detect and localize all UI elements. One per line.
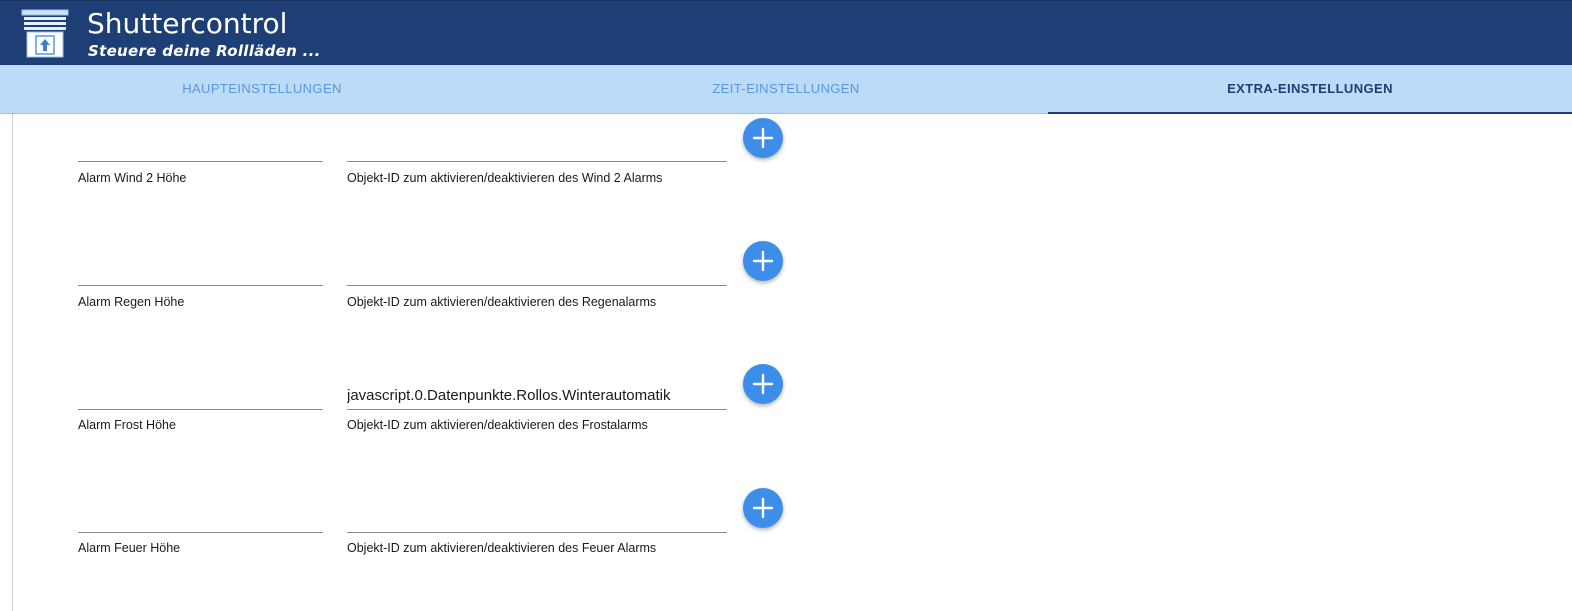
alarm-feuer-add-button[interactable] [743,488,783,528]
tab-extra-einstellungen[interactable]: EXTRA-EINSTELLUNGEN [1048,65,1572,114]
alarm-regen-height-input[interactable] [78,261,323,286]
plus-icon [752,497,774,519]
plus-icon [752,373,774,395]
plus-icon [752,250,774,272]
alarm-feuer-height-label: Alarm Feuer Höhe [78,541,181,555]
alarm-feuer-object-id-input[interactable] [347,508,727,533]
alarm-wind2-object-id-input[interactable] [347,137,727,162]
alarm-row-frost: Alarm Frost Höhe javascript.0.Datenpunkt… [0,361,800,461]
alarm-wind2-height-input[interactable] [78,137,323,162]
alarm-regen-object-id-input[interactable] [347,261,727,286]
alarm-frost-height-label: Alarm Frost Höhe [78,418,176,432]
tab-haupteinstellungen[interactable]: HAUPTEINSTELLUNGEN [0,65,524,113]
alarm-frost-add-button[interactable] [743,364,783,404]
alarm-row-regen: Alarm Regen Höhe Objekt-ID zum aktiviere… [0,238,800,338]
tab-zeit-einstellungen[interactable]: ZEIT-EINSTELLUNGEN [524,65,1048,113]
alarm-row-wind2: Alarm Wind 2 Höhe Objekt-ID zum aktivier… [0,114,800,214]
alarm-feuer-height-input[interactable] [78,508,323,533]
alarm-feuer-object-id-label: Objekt-ID zum aktivieren/deaktivieren de… [347,541,657,555]
app-title: Shuttercontrol [87,7,288,40]
plus-icon [752,127,774,149]
alarm-frost-height-input[interactable] [78,385,323,410]
alarm-wind2-height-label: Alarm Wind 2 Höhe [78,171,187,185]
alarm-wind2-object-id-label: Objekt-ID zum aktivieren/deaktivieren de… [347,171,663,185]
alarm-regen-height-label: Alarm Regen Höhe [78,295,185,309]
alarm-frost-object-id-input[interactable]: javascript.0.Datenpunkte.Rollos.Winterau… [347,385,727,410]
settings-tabs: HAUPTEINSTELLUNGEN ZEIT-EINSTELLUNGEN EX… [0,65,1572,114]
app-header: Shuttercontrol Steuere deine Rollläden .… [0,0,1572,65]
alarm-regen-add-button[interactable] [743,241,783,281]
app-subtitle: Steuere deine Rollläden ... [88,42,321,60]
alarm-row-feuer: Alarm Feuer Höhe Objekt-ID zum aktiviere… [0,485,800,585]
alarm-regen-object-id-label: Objekt-ID zum aktivieren/deaktivieren de… [347,295,657,309]
alarm-frost-object-id-label: Objekt-ID zum aktivieren/deaktivieren de… [347,418,648,432]
shutter-logo-icon [21,9,69,58]
alarm-wind2-add-button[interactable] [743,118,783,158]
